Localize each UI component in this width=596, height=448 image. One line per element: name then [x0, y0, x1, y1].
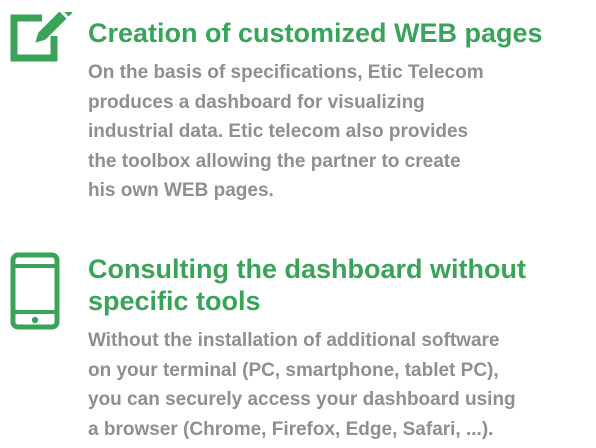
- feature-dashboard-access: Consulting the dashboard without specifi…: [0, 248, 596, 448]
- edit-icon: [10, 3, 75, 62]
- description-line: his own WEB pages.: [88, 180, 274, 201]
- description-line: industrial data. Etic telecom also provi…: [88, 121, 469, 142]
- feature-title: Creation of customized WEB pages: [88, 17, 543, 49]
- description-line: a browser (Chrome, Firefox, Edge, Safari…: [88, 418, 494, 440]
- feature-title-line: specific tools: [88, 286, 261, 316]
- tablet-icon: [10, 252, 60, 330]
- feature-title: Consulting the dashboard without specifi…: [88, 253, 526, 317]
- feature-description: Without the installation of additional s…: [88, 326, 593, 444]
- description-line: Without the installation of additional s…: [88, 330, 500, 351]
- page: { "colors": { "accent": "#3aa35a", "body…: [0, 0, 596, 448]
- description-line: produces a dashboard for visualizing: [88, 91, 425, 113]
- feature-custom-web-pages: Creation of customized WEB pages On the …: [0, 0, 596, 201]
- feature-title-line: Consulting the dashboard without: [88, 254, 526, 284]
- description-line: on your terminal (PC, smartphone, tablet…: [88, 359, 499, 381]
- description-line: you can securely access your dashboard u…: [88, 389, 516, 410]
- description-line: On the basis of specifications, Etic Tel…: [88, 62, 484, 83]
- feature-description: On the basis of specifications, Etic Tel…: [88, 58, 593, 206]
- feature-title-line: Creation of customized WEB pages: [88, 18, 543, 48]
- description-line: the toolbox allowing the partner to crea…: [88, 150, 461, 172]
